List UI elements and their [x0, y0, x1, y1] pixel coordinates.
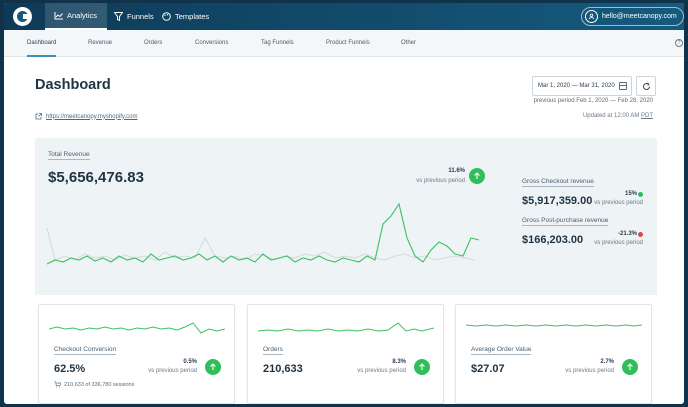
nav-funnels-label: Funnels — [127, 12, 154, 21]
positive-dot-icon — [638, 192, 643, 197]
total-revenue-label[interactable]: Total Revenue — [48, 151, 90, 160]
sessions-text: 210,633 of 336,780 sessions — [64, 381, 135, 388]
total-revenue-change: 11.6% — [448, 168, 465, 174]
orders-trend-button[interactable] — [414, 359, 430, 375]
gross-checkout-value: $5,917,359.00 — [522, 195, 593, 207]
tab-orders[interactable]: Orders — [144, 30, 162, 57]
help-icon[interactable]: ? — [675, 39, 683, 47]
previous-period-line — [46, 227, 476, 261]
total-revenue-value: $5,656,476.83 — [48, 169, 144, 186]
gross-checkout-change: 15% — [624, 191, 637, 197]
total-revenue-chart — [46, 202, 480, 265]
user-icon — [585, 10, 598, 23]
gross-post-purchase-value: $166,203.00 — [522, 234, 584, 246]
tab-other[interactable]: Other — [401, 30, 416, 57]
orders-change: 8.3% — [392, 359, 406, 365]
nav-templates[interactable]: Templates — [159, 3, 209, 30]
page-title: Dashboard — [35, 77, 111, 93]
arrow-up-icon — [210, 363, 216, 370]
tab-product-funnels[interactable]: Product Funnels — [326, 30, 370, 57]
date-range-picker[interactable]: Mar 1, 2020 — Mar 31, 2020 — [532, 76, 632, 96]
gross-checkout-vs: vs previous period — [594, 200, 643, 206]
checkout-conversion-vs: vs previous period — [148, 368, 197, 374]
tab-tag-funnels[interactable]: Tag Funnels — [261, 30, 294, 57]
calendar-icon — [619, 82, 627, 90]
tab-conversions[interactable]: Conversions — [195, 30, 228, 57]
refresh-button[interactable] — [636, 76, 656, 96]
orders-vs: vs previous period — [357, 368, 406, 374]
total-revenue-vs: vs previous period — [416, 178, 465, 184]
orders-value: 210,633 — [263, 363, 303, 375]
cart-icon — [54, 381, 61, 388]
total-revenue-panel: Total Revenue $5,656,476.83 11.6% vs pre… — [35, 138, 657, 295]
orders-sparkline — [258, 322, 434, 332]
palette-icon — [162, 12, 171, 21]
refresh-icon — [642, 82, 650, 90]
checkout-conversion-value: 62.5% — [54, 363, 86, 375]
checkout-conversion-sparkline — [49, 322, 225, 334]
updated-at: Updated at 12:00 AM PDT — [583, 113, 653, 119]
average-order-value-vs: vs previous period — [565, 368, 614, 374]
average-order-value-sparkline — [466, 324, 642, 327]
previous-period-label: previous period Feb 1, 2020 — Feb 28, 20… — [533, 98, 653, 104]
gross-post-purchase-vs: vs previous period — [594, 240, 643, 246]
arrow-up-icon — [474, 172, 480, 179]
chart-line-icon — [54, 11, 63, 19]
current-period-line — [46, 202, 480, 265]
gross-post-purchase-change: -21.3% — [617, 231, 637, 237]
top-bar: Analytics Funnels Templates hello@meetca… — [4, 3, 684, 30]
timezone-link[interactable]: PDT — [641, 113, 653, 119]
average-order-value-label[interactable]: Average Order Value — [471, 346, 532, 355]
average-order-value-change: 2.7% — [600, 359, 614, 365]
checkout-conversion-card[interactable]: Checkout Conversion 62.5% 0.5% vs previo… — [38, 304, 235, 404]
gross-checkout-label[interactable]: Gross Checkout revenue — [522, 178, 594, 187]
account-email: hello@meetcanopy.com — [602, 13, 677, 20]
sessions-info: 210,633 of 336,780 sessions — [54, 381, 134, 388]
canopy-logo-icon[interactable] — [13, 7, 32, 26]
average-order-value-value: $27.07 — [471, 363, 505, 375]
average-order-value-card[interactable]: Average Order Value $27.07 2.7% vs previ… — [455, 304, 652, 404]
nav-templates-label: Templates — [175, 12, 210, 21]
sub-nav: Dashboard Revenue Orders Conversions Tag… — [4, 30, 684, 57]
orders-card[interactable]: Orders 210,633 8.3% vs previous period — [247, 304, 444, 404]
gross-post-purchase-label[interactable]: Gross Post-purchase revenue — [522, 217, 609, 226]
total-revenue-trend-button[interactable] — [469, 168, 485, 184]
account-menu[interactable]: hello@meetcanopy.com — [581, 7, 684, 26]
negative-dot-icon — [638, 232, 643, 237]
store-url: https://meetcanopy.myshopify.com — [46, 113, 138, 120]
nav-funnels[interactable]: Funnels — [111, 3, 154, 30]
checkout-conversion-change: 0.5% — [183, 359, 197, 365]
date-range-value: Mar 1, 2020 — Mar 31, 2020 — [538, 83, 615, 89]
checkout-conversion-label[interactable]: Checkout Conversion — [54, 346, 117, 355]
nav-analytics-label: Analytics — [67, 11, 98, 20]
tab-dashboard[interactable]: Dashboard — [27, 30, 57, 57]
store-link[interactable]: https://meetcanopy.myshopify.com — [35, 113, 137, 120]
average-order-value-trend-button[interactable] — [622, 359, 638, 375]
funnel-icon — [114, 12, 123, 21]
arrow-up-icon — [419, 363, 425, 370]
app-window: Analytics Funnels Templates hello@meetca… — [4, 3, 684, 404]
updated-time: Updated at 12:00 AM — [582, 113, 640, 119]
arrow-up-icon — [627, 363, 633, 370]
external-link-icon — [35, 113, 42, 120]
checkout-conversion-trend-button[interactable] — [205, 359, 221, 375]
nav-analytics[interactable]: Analytics — [45, 3, 107, 30]
tab-revenue[interactable]: Revenue — [88, 30, 112, 57]
orders-label[interactable]: Orders — [263, 346, 283, 355]
